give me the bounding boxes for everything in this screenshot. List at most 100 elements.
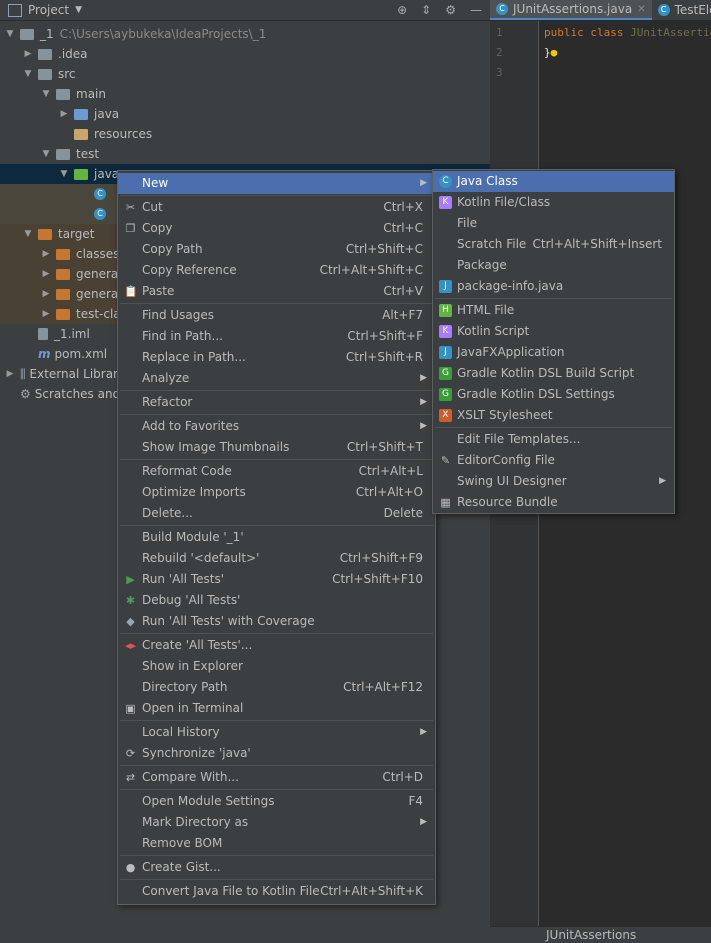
menu-item-package[interactable]: Package [433,255,674,276]
menu-item-create-all-tests[interactable]: ◂▸ Create 'All Tests'... [118,635,435,656]
project-view-selector[interactable]: Project ▼ [8,3,82,17]
collapse-arrow-icon[interactable]: ▶ [40,304,52,324]
tree-item-label: Scratches and [34,387,121,401]
menu-item-html-file[interactable]: H HTML File [433,300,674,321]
tab-test-element[interactable]: C TestElem [652,0,711,20]
locate-icon[interactable]: ⊕ [397,3,407,17]
menu-separator [120,855,433,856]
menu-separator [120,414,433,415]
menu-item-xslt-stylesheet[interactable]: X XSLT Stylesheet [433,405,674,426]
collapse-all-icon[interactable]: ⇕ [421,3,431,17]
tree-item-src[interactable]: ▼ src [0,64,490,84]
menu-item-copy-path[interactable]: Copy Path Ctrl+Shift+C [118,239,435,260]
menu-item-open-module-settings[interactable]: Open Module Settings F4 [118,791,435,812]
menu-item-package-info-java[interactable]: Jpackage-info.java [433,276,674,297]
expand-arrow-icon[interactable]: ▼ [40,144,52,164]
menu-item-editorconfig-file[interactable]: ✎ EditorConfig File [433,450,674,471]
menu-item-gradle-kotlin-dsl-build-script[interactable]: G Gradle Kotlin DSL Build Script [433,363,674,384]
menu-item-scratch-file[interactable]: Scratch File Ctrl+Alt+Shift+Insert [433,234,674,255]
menu-item-copy[interactable]: ❐ Copy Ctrl+C [118,218,435,239]
tree-item-idea[interactable]: ▶ .idea [0,44,490,64]
menu-item-kotlin-file-class[interactable]: K Kotlin File/Class [433,192,674,213]
collapse-arrow-icon[interactable]: ▶ [4,364,16,384]
submenu-arrow-icon: ▶ [420,817,427,827]
menu-item-swing-ui-designer[interactable]: Swing UI Designer ▶ [433,471,674,492]
menu-separator [120,633,433,634]
menu-item-reformat-code[interactable]: Reformat Code Ctrl+Alt+L [118,461,435,482]
excluded-folder-icon [56,268,70,280]
collapse-arrow-icon[interactable]: ▶ [40,284,52,304]
menu-item-kotlin-script[interactable]: K Kotlin Script [433,321,674,342]
menu-item-mark-directory-as[interactable]: Mark Directory as ▶ [118,812,435,833]
tree-item-project-root[interactable]: ▼ _1 C:\Users\aybukeka\IdeaProjects\_1 [0,24,490,44]
tree-item-resources[interactable]: resources [0,124,490,144]
menu-item-javafxapplication[interactable]: J JavaFXApplication [433,342,674,363]
tree-item-label: java [94,167,120,181]
menu-item-label: Open Module Settings [142,794,275,808]
menu-item-show-in-explorer[interactable]: Show in Explorer [118,656,435,677]
expand-arrow-icon[interactable]: ▼ [40,84,52,104]
shortcut-label: Ctrl+Alt+Shift+K [320,884,423,898]
collapse-arrow-icon[interactable]: ▶ [22,44,34,64]
menu-item-create-gist[interactable]: ● Create Gist... [118,857,435,878]
menu-item-convert-java-file-to-kotlin-file[interactable]: Convert Java File to Kotlin File Ctrl+Alt… [118,881,435,902]
expand-arrow-icon[interactable]: ▼ [22,224,34,244]
menu-item-gradle-kotlin-dsl-settings[interactable]: G Gradle Kotlin DSL Settings [433,384,674,405]
tab-junit-assertions[interactable]: C JUnitAssertions.java ✕ [490,0,652,20]
menu-item-new[interactable]: New ▶ [118,173,435,194]
excluded-folder-icon [38,228,52,240]
menu-item-label: Swing UI Designer [457,474,567,488]
close-icon[interactable]: ✕ [637,4,645,15]
menu-item-paste[interactable]: 📋 Paste Ctrl+V [118,281,435,302]
menu-item-delete[interactable]: Delete... Delete [118,503,435,524]
run-all-tests-with-coverage-icon: ◆ [126,615,135,628]
menu-item-find-in-path[interactable]: Find in Path... Ctrl+Shift+F [118,326,435,347]
menu-item-label: EditorConfig File [457,453,555,467]
menu-item-refactor[interactable]: Refactor ▶ [118,392,435,413]
tree-item-main[interactable]: ▼ main [0,84,490,104]
menu-item-directory-path[interactable]: Directory Path Ctrl+Alt+F12 [118,677,435,698]
expand-arrow-icon[interactable]: ▼ [58,164,70,184]
menu-item-debug-all-tests[interactable]: ✱ Debug 'All Tests' [118,590,435,611]
menu-item-run-all-tests[interactable]: ▶ Run 'All Tests' Ctrl+Shift+F10 [118,569,435,590]
menu-item-optimize-imports[interactable]: Optimize Imports Ctrl+Alt+O [118,482,435,503]
menu-item-label: Find Usages [142,308,215,322]
menu-item-rebuild-default[interactable]: Rebuild '<default>' Ctrl+Shift+F9 [118,548,435,569]
collapse-arrow-icon[interactable]: ▶ [40,244,52,264]
menu-item-add-to-favorites[interactable]: Add to Favorites ▶ [118,416,435,437]
expand-arrow-icon[interactable]: ▼ [22,64,34,84]
menu-item-run-all-tests-with-coverage[interactable]: ◆ Run 'All Tests' with Coverage [118,611,435,632]
menu-item-local-history[interactable]: Local History ▶ [118,722,435,743]
menu-item-resource-bundle[interactable]: ▦ Resource Bundle [433,492,674,513]
menu-item-remove-bom[interactable]: Remove BOM [118,833,435,854]
java-class-icon: C [94,188,106,200]
menu-item-compare-with[interactable]: ⇄ Compare With... Ctrl+D [118,767,435,788]
resources-folder-icon [74,128,88,140]
menu-item-analyze[interactable]: Analyze ▶ [118,368,435,389]
menu-item-synchronize-java[interactable]: ⟳ Synchronize 'java' [118,743,435,764]
gear-icon[interactable]: ⚙ [445,3,456,17]
collapse-arrow-icon[interactable]: ▶ [58,104,70,124]
hide-icon[interactable]: — [470,3,482,17]
expand-arrow-icon[interactable]: ▼ [4,24,16,44]
menu-item-replace-in-path[interactable]: Replace in Path... Ctrl+Shift+R [118,347,435,368]
excluded-folder-icon [56,288,70,300]
collapse-arrow-icon[interactable]: ▶ [40,264,52,284]
tree-item-label: java [94,107,120,121]
menu-item-find-usages[interactable]: Find Usages Alt+F7 [118,305,435,326]
menu-item-edit-file-templates[interactable]: Edit File Templates... [433,429,674,450]
java-class-icon: C [94,208,106,220]
menu-item-open-in-terminal[interactable]: ▣ Open in Terminal [118,698,435,719]
menu-item-file[interactable]: File [433,213,674,234]
tree-item-test[interactable]: ▼ test [0,144,490,164]
context-menu: New ▶ ✂ Cut Ctrl+X ❐ Copy Ctrl+C Copy Path Ctrl+S… [117,170,436,905]
menu-item-cut[interactable]: ✂ Cut Ctrl+X [118,197,435,218]
menu-item-show-image-thumbnails[interactable]: Show Image Thumbnails Ctrl+Shift+T [118,437,435,458]
folder-icon [56,148,70,160]
menu-item-build-module-1[interactable]: Build Module '_1' [118,527,435,548]
menu-item-java-class[interactable]: C Java Class [433,171,674,192]
bulb-icon[interactable]: ● [551,46,558,59]
line-number: 2 [496,46,503,59]
menu-item-copy-reference[interactable]: Copy Reference Ctrl+Alt+Shift+C [118,260,435,281]
tree-item-main-java[interactable]: ▶ java [0,104,490,124]
